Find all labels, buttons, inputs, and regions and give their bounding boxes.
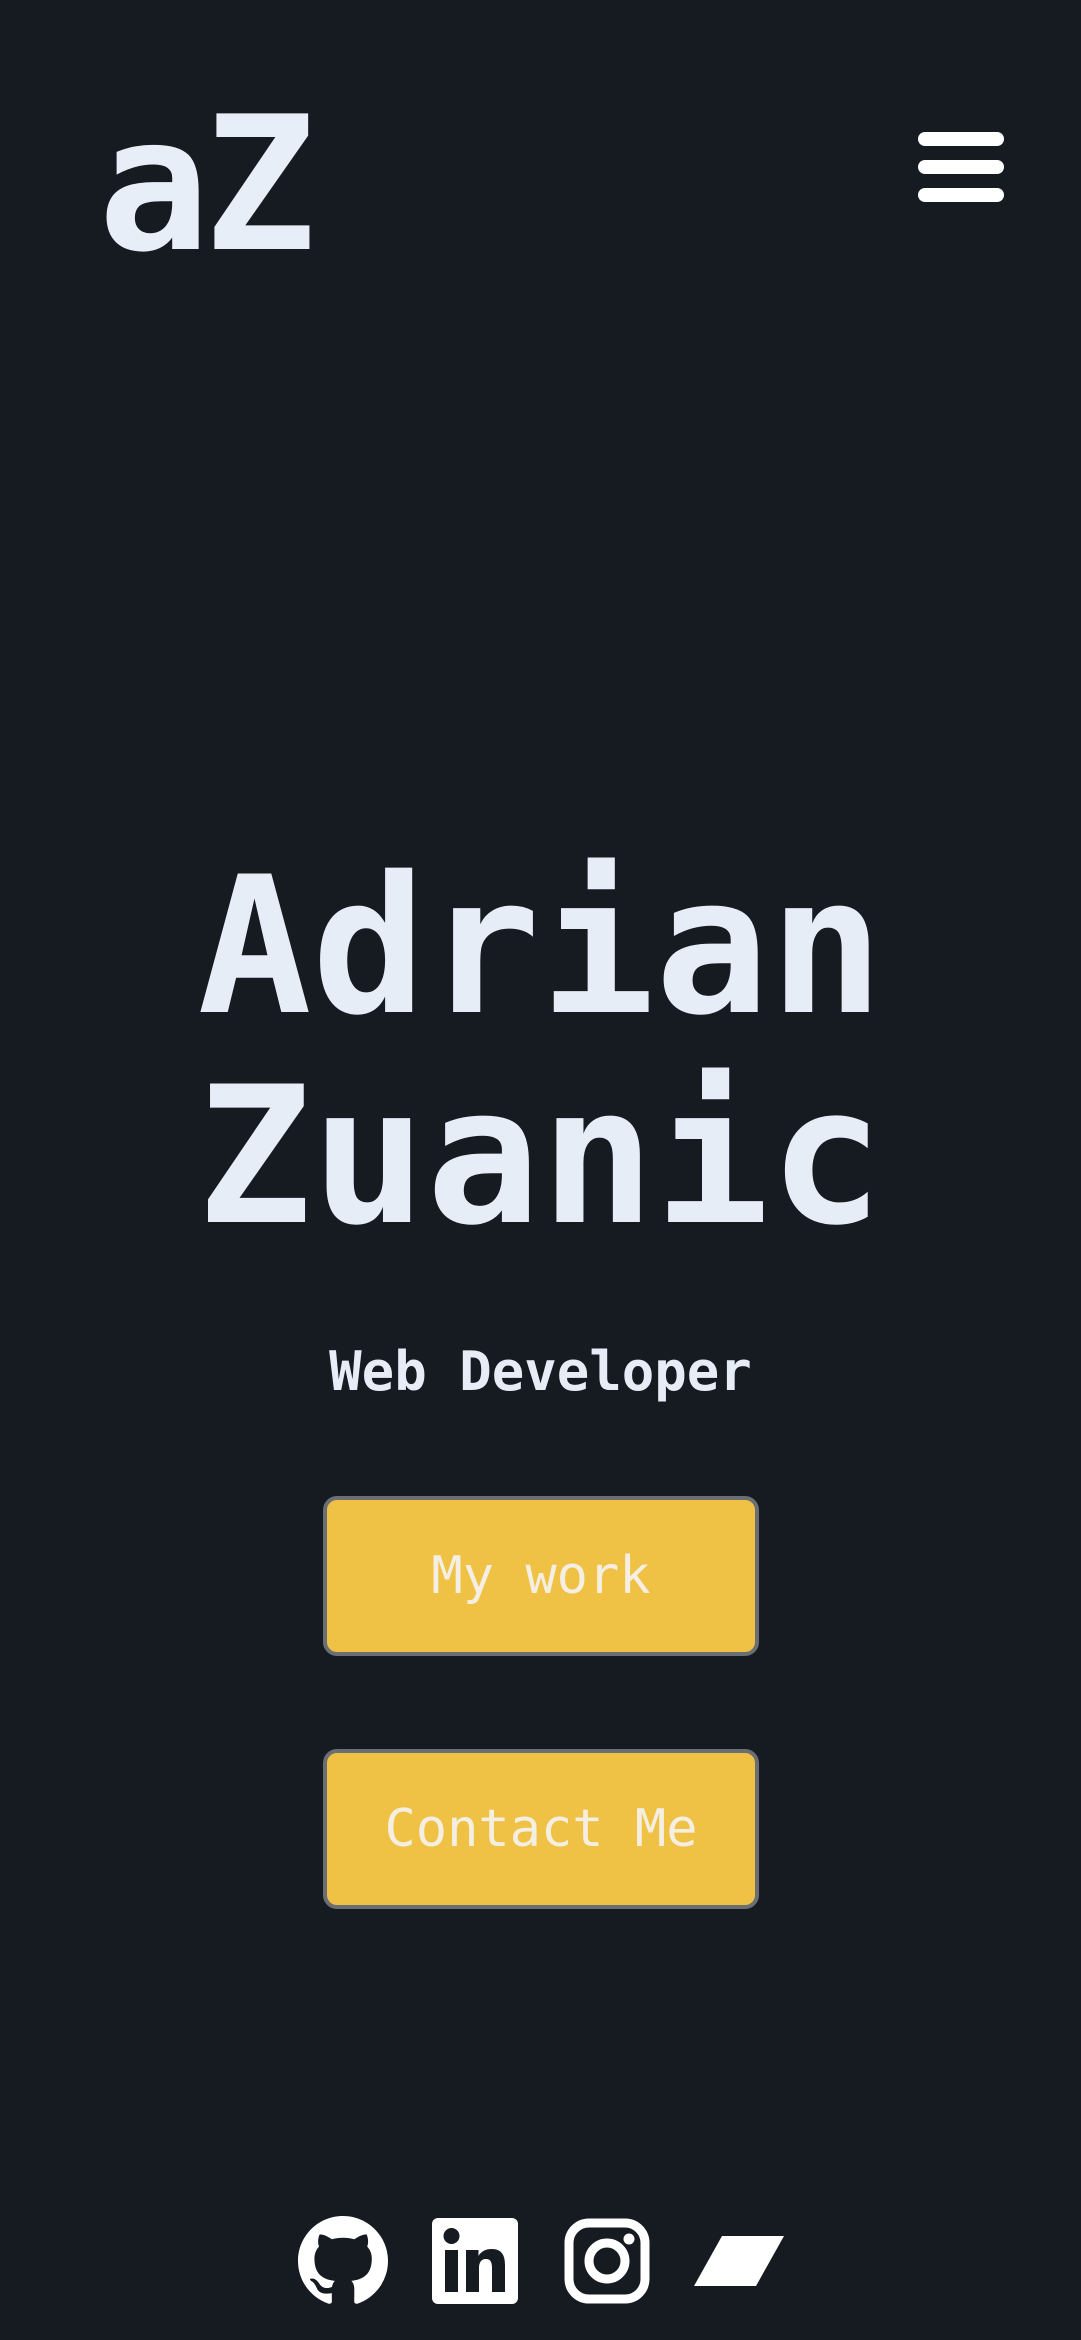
linkedin-icon[interactable] <box>430 2216 520 2306</box>
hero-name: Adrian Zuanic <box>0 842 1081 1262</box>
hero-subtitle: Web Developer <box>329 1340 752 1403</box>
hamburger-menu-icon[interactable] <box>918 132 1004 202</box>
menu-bar-middle <box>918 160 1004 174</box>
parallelogram-logo-icon[interactable] <box>694 2216 784 2306</box>
site-logo[interactable]: aZ <box>98 92 316 278</box>
hero-first-name: Adrian <box>197 836 884 1057</box>
my-work-button[interactable]: My work <box>323 1496 759 1656</box>
menu-bar-top <box>918 132 1004 146</box>
menu-bar-bottom <box>918 188 1004 202</box>
my-work-button-label: My work <box>431 1546 651 1606</box>
contact-me-button-label: Contact Me <box>384 1799 698 1859</box>
instagram-icon[interactable] <box>562 2216 652 2306</box>
hero-last-name: Zuanic <box>197 1046 884 1267</box>
github-icon[interactable] <box>298 2216 388 2306</box>
social-links <box>0 2216 1081 2306</box>
contact-me-button[interactable]: Contact Me <box>323 1749 759 1909</box>
